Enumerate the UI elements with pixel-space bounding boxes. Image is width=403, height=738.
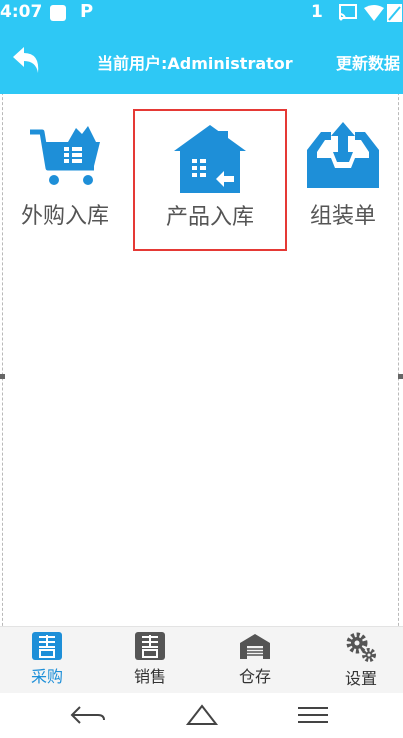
wifi-icon — [364, 5, 384, 21]
sales-icon — [135, 632, 165, 660]
resize-handle-left[interactable] — [0, 374, 5, 379]
menu-icon[interactable] — [296, 703, 330, 727]
nav-label: 销售 — [133, 667, 166, 686]
tile-label: 外购入库 — [20, 204, 109, 229]
app-bar: 当前用户:Administrator 更新数据 — [0, 26, 403, 94]
cast-icon — [339, 4, 357, 21]
home-icon[interactable] — [185, 703, 219, 727]
nav-tab-purchase[interactable]: 采购 — [12, 631, 82, 691]
warehouse-in-icon — [174, 125, 246, 193]
back-arrow-icon[interactable] — [10, 43, 44, 77]
status-count: 1 — [311, 2, 323, 22]
tile-outsourced-inbound[interactable]: 外购入库 — [0, 112, 130, 250]
purchase-icon — [32, 632, 62, 660]
nav-label: 仓存 — [238, 667, 271, 686]
warehouse-icon — [240, 634, 270, 659]
tile-assembly-order[interactable]: 组装单 — [278, 112, 403, 250]
status-bar: 4:07 P 1 — [0, 0, 403, 26]
inbox-upload-icon — [307, 122, 379, 188]
tile-label: 组装单 — [309, 204, 376, 229]
nav-tab-sales[interactable]: 销售 — [115, 631, 185, 691]
status-time: 4:07 — [0, 2, 43, 22]
current-user-label: 当前用户:Administrator — [97, 54, 293, 73]
shopping-cart-icon — [30, 126, 100, 185]
tile-label: 产品入库 — [165, 205, 254, 230]
system-nav-bar — [0, 693, 403, 738]
tile-product-inbound[interactable]: 产品入库 — [133, 109, 287, 251]
nav-tab-settings[interactable]: 设置 — [326, 631, 396, 691]
nav-tab-warehouse[interactable]: 仓存 — [220, 631, 290, 691]
notification-square-icon — [50, 5, 66, 21]
notification-p-icon: P — [80, 1, 94, 22]
battery-icon — [387, 4, 402, 22]
gear-icon — [346, 632, 376, 662]
nav-label: 采购 — [30, 667, 63, 686]
bottom-nav: 采购 销售 仓存 设置 — [0, 626, 403, 693]
resize-handle-right[interactable] — [398, 374, 403, 379]
refresh-data-button[interactable]: 更新数据 — [336, 50, 400, 74]
back-icon[interactable] — [68, 703, 108, 727]
nav-label: 设置 — [344, 669, 377, 688]
